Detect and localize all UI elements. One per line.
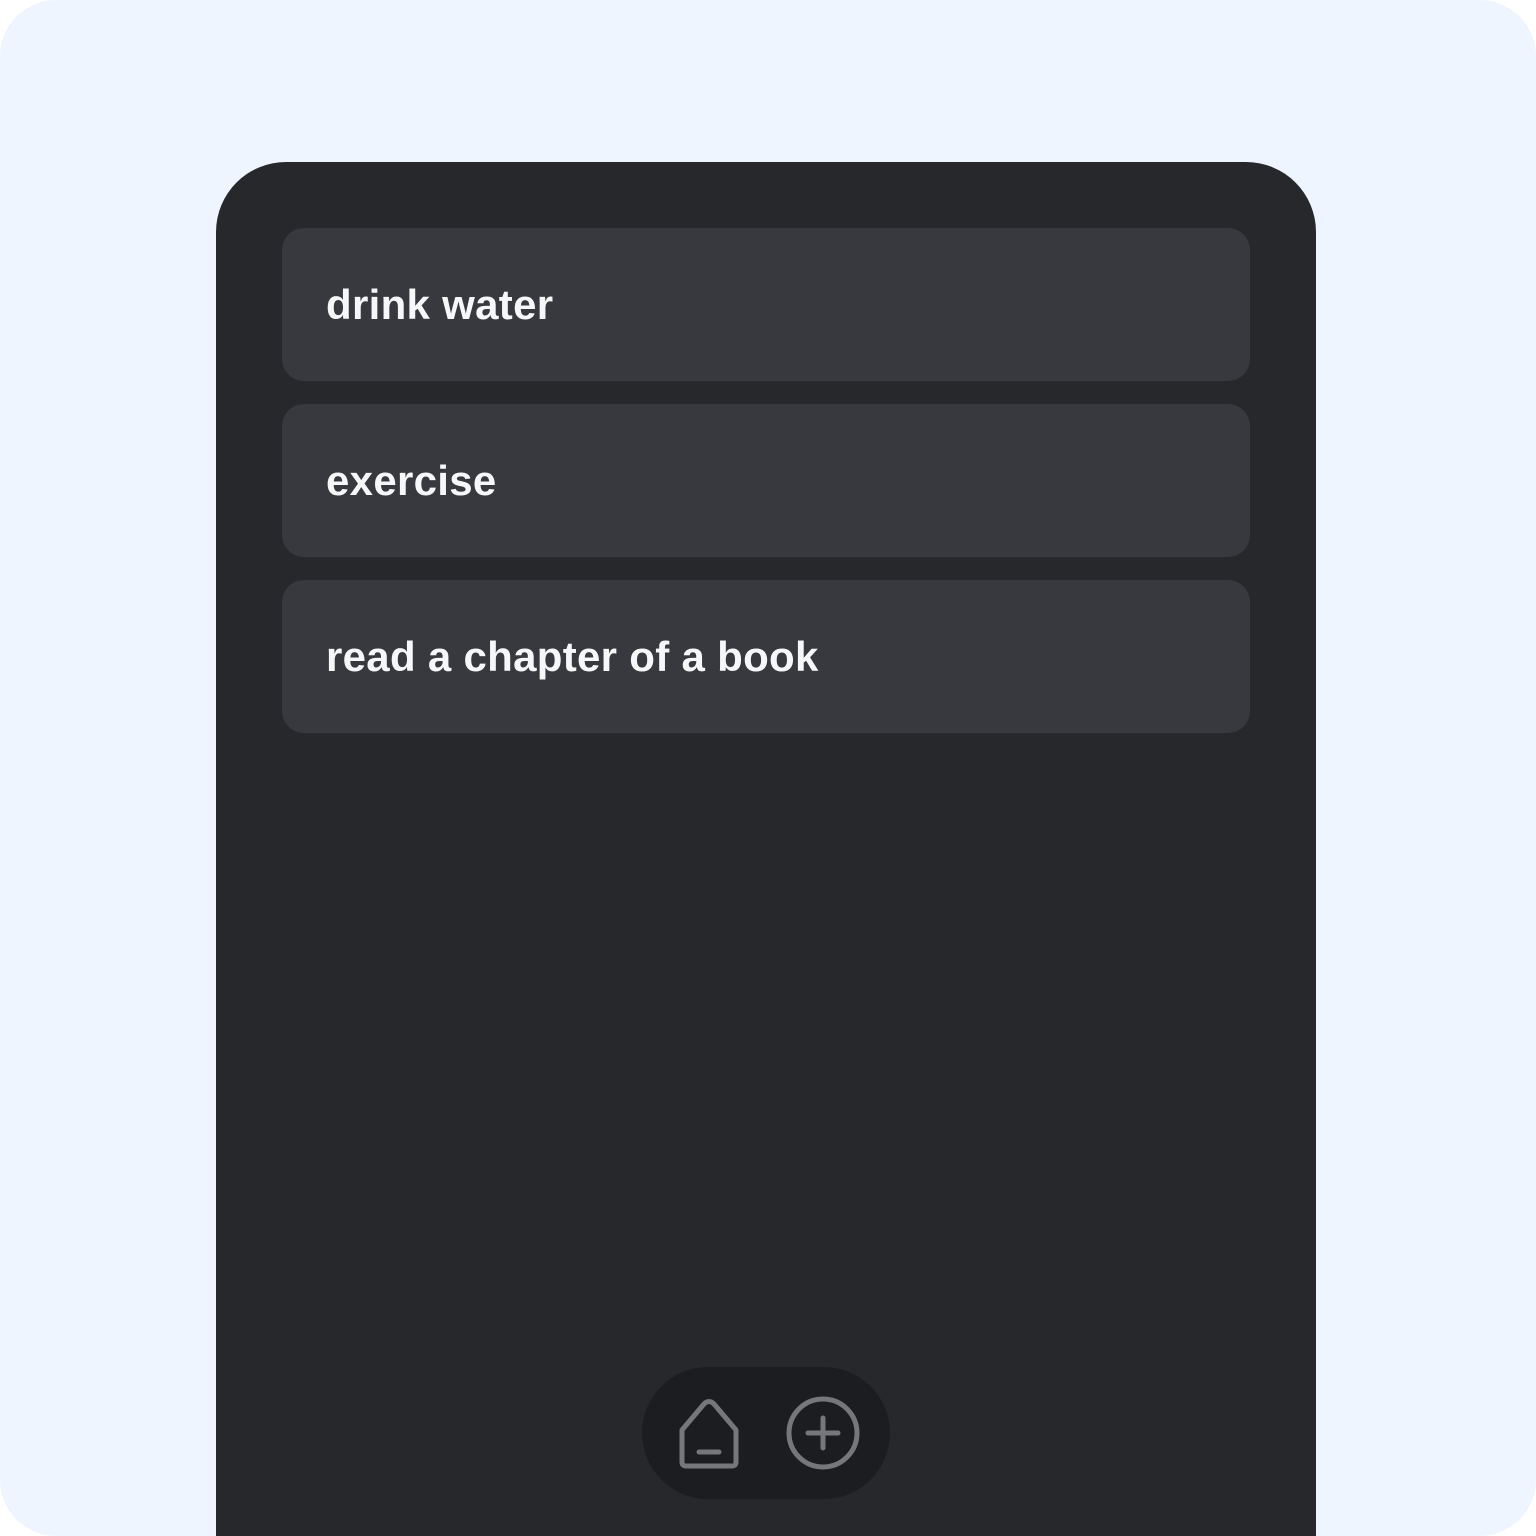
task-label: read a chapter of a book	[326, 632, 819, 680]
task-label: exercise	[326, 456, 497, 504]
task-item-read-chapter[interactable]: read a chapter of a book	[282, 580, 1250, 733]
home-icon	[679, 1399, 739, 1469]
task-list: drink water exercise read a chapter of a…	[282, 228, 1250, 733]
task-item-drink-water[interactable]: drink water	[282, 228, 1250, 381]
task-item-exercise[interactable]: exercise	[282, 404, 1250, 557]
add-task-button[interactable]	[785, 1395, 861, 1471]
app-canvas: drink water exercise read a chapter of a…	[0, 0, 1536, 1536]
bottom-nav-bar	[642, 1367, 890, 1499]
phone-screen: drink water exercise read a chapter of a…	[216, 162, 1316, 1536]
home-button[interactable]	[671, 1395, 747, 1471]
plus-circle-icon	[786, 1396, 860, 1470]
task-label: drink water	[326, 280, 554, 328]
